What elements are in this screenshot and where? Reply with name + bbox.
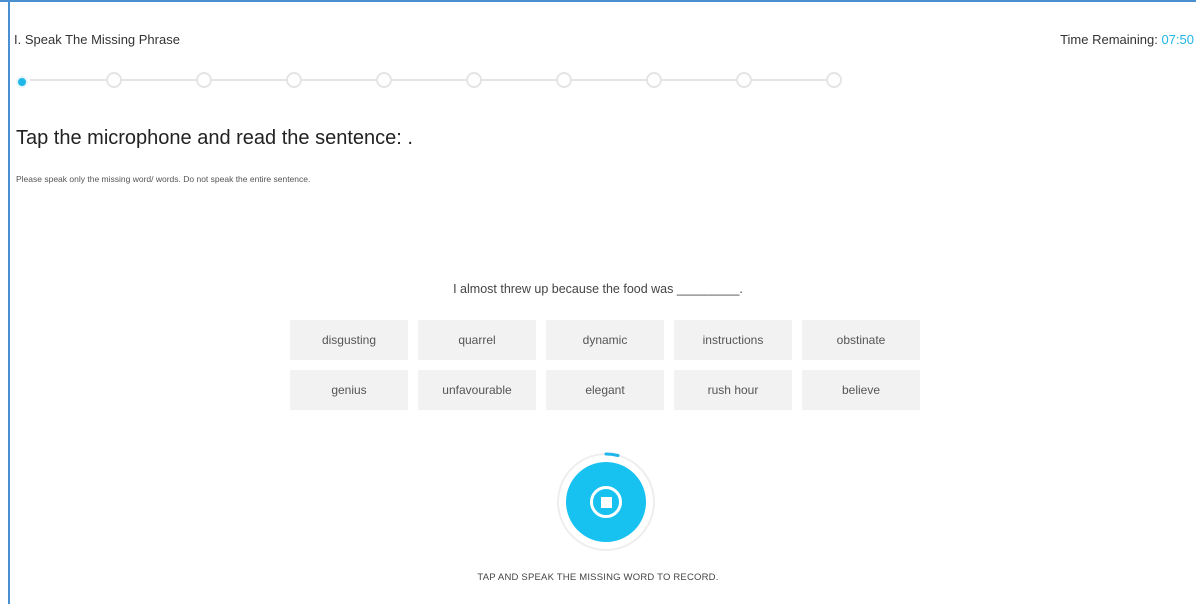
record-instruction: TAP AND SPEAK THE MISSING WORD TO RECORD…	[477, 572, 719, 583]
stepper-dot-10	[826, 72, 842, 88]
option-button[interactable]: instructions	[674, 320, 792, 360]
time-remaining-value: 07:50	[1161, 32, 1194, 47]
option-button[interactable]: rush hour	[674, 370, 792, 410]
stepper-dot-1	[16, 76, 28, 88]
stepper-dot-4	[286, 72, 302, 88]
option-button[interactable]: elegant	[546, 370, 664, 410]
option-button[interactable]: obstinate	[802, 320, 920, 360]
stop-icon	[590, 486, 622, 518]
stepper-dot-6	[466, 72, 482, 88]
frame-left-border	[8, 0, 10, 604]
instruction-heading: Tap the microphone and read the sentence…	[16, 127, 413, 149]
record-button[interactable]	[566, 462, 646, 542]
stepper-dot-9	[736, 72, 752, 88]
stepper-dot-3	[196, 72, 212, 88]
progress-stepper	[16, 72, 846, 88]
stepper-line	[24, 79, 838, 81]
option-button[interactable]: believe	[802, 370, 920, 410]
option-button[interactable]: genius	[290, 370, 408, 410]
stepper-dot-2	[106, 72, 122, 88]
time-remaining-label: Time Remaining:	[1060, 32, 1162, 47]
option-button[interactable]: quarrel	[418, 320, 536, 360]
question-sentence: I almost threw up because the food was _…	[453, 282, 743, 296]
stepper-dot-5	[376, 72, 392, 88]
instruction-note: Please speak only the missing word/ word…	[16, 174, 311, 184]
stepper-dot-8	[646, 72, 662, 88]
section-title: I. Speak The Missing Phrase	[14, 32, 180, 47]
frame-top-border	[0, 0, 1196, 2]
option-button[interactable]: dynamic	[546, 320, 664, 360]
time-remaining: Time Remaining: 07:50	[1060, 32, 1194, 47]
option-button[interactable]: unfavourable	[418, 370, 536, 410]
recorder	[555, 451, 657, 553]
stop-square	[600, 496, 612, 508]
option-button[interactable]: disgusting	[290, 320, 408, 360]
stepper-dot-7	[556, 72, 572, 88]
